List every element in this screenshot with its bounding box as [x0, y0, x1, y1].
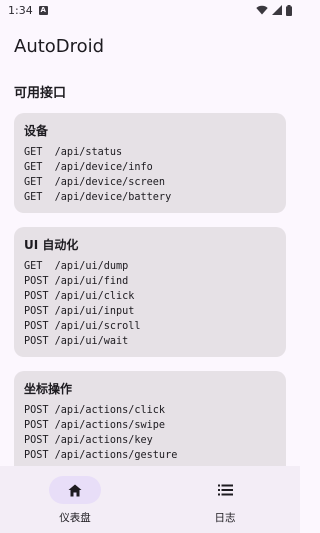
ui-automation-api-card: UI 自动化 GET /api/ui/dump POST /api/ui/fin…: [14, 227, 286, 357]
endpoint-item: GET /api/ui/dump: [24, 261, 129, 272]
endpoint-item: GET /api/device/screen: [24, 177, 166, 188]
nav-item-logs[interactable]: 日志: [150, 466, 300, 533]
endpoint-item: POST /api/actions/gesture: [24, 450, 178, 461]
device-api-card: 设备 GET /api/status GET /api/device/info …: [14, 113, 286, 213]
endpoint-item: GET /api/device/battery: [24, 192, 172, 203]
endpoint-item: GET /api/status: [24, 147, 123, 158]
endpoint-item: POST /api/actions/swipe: [24, 420, 166, 431]
home-icon: [68, 484, 82, 496]
nav-indicator: [49, 476, 101, 504]
card-title: 坐标操作: [24, 382, 73, 396]
endpoint-item: POST /api/ui/input: [24, 306, 135, 317]
status-bar: 1:34 A: [0, 0, 300, 20]
bottom-navigation: 仪表盘 日志: [0, 466, 300, 533]
status-time: 1:34: [8, 3, 33, 17]
nav-item-dashboard[interactable]: 仪表盘: [0, 466, 150, 533]
app-title: AutoDroid: [14, 36, 105, 57]
endpoint-item: POST /api/ui/scroll: [24, 321, 141, 332]
section-title: 可用接口: [14, 86, 67, 101]
wifi-icon: [256, 5, 268, 15]
endpoint-item: POST /api/ui/find: [24, 276, 129, 287]
notification-icon: A: [38, 5, 48, 15]
endpoint-item: GET /api/device/info: [24, 162, 153, 173]
list-icon: [217, 484, 233, 496]
battery-icon: [286, 4, 292, 16]
card-title: 设备: [24, 124, 49, 138]
coordinate-actions-api-card: 坐标操作 POST /api/actions/click POST /api/a…: [14, 371, 286, 481]
endpoint-item: POST /api/ui/wait: [24, 336, 129, 347]
endpoint-item: POST /api/ui/click: [24, 291, 135, 302]
endpoint-item: POST /api/actions/click: [24, 405, 166, 416]
signal-icon: [272, 5, 282, 15]
status-left: 1:34 A: [8, 4, 48, 17]
card-title: UI 自动化: [24, 238, 79, 252]
endpoint-item: POST /api/actions/key: [24, 435, 153, 446]
nav-label: 仪表盘: [59, 512, 91, 524]
status-right: [256, 4, 292, 16]
nav-indicator: [199, 476, 251, 504]
nav-label: 日志: [214, 512, 236, 524]
